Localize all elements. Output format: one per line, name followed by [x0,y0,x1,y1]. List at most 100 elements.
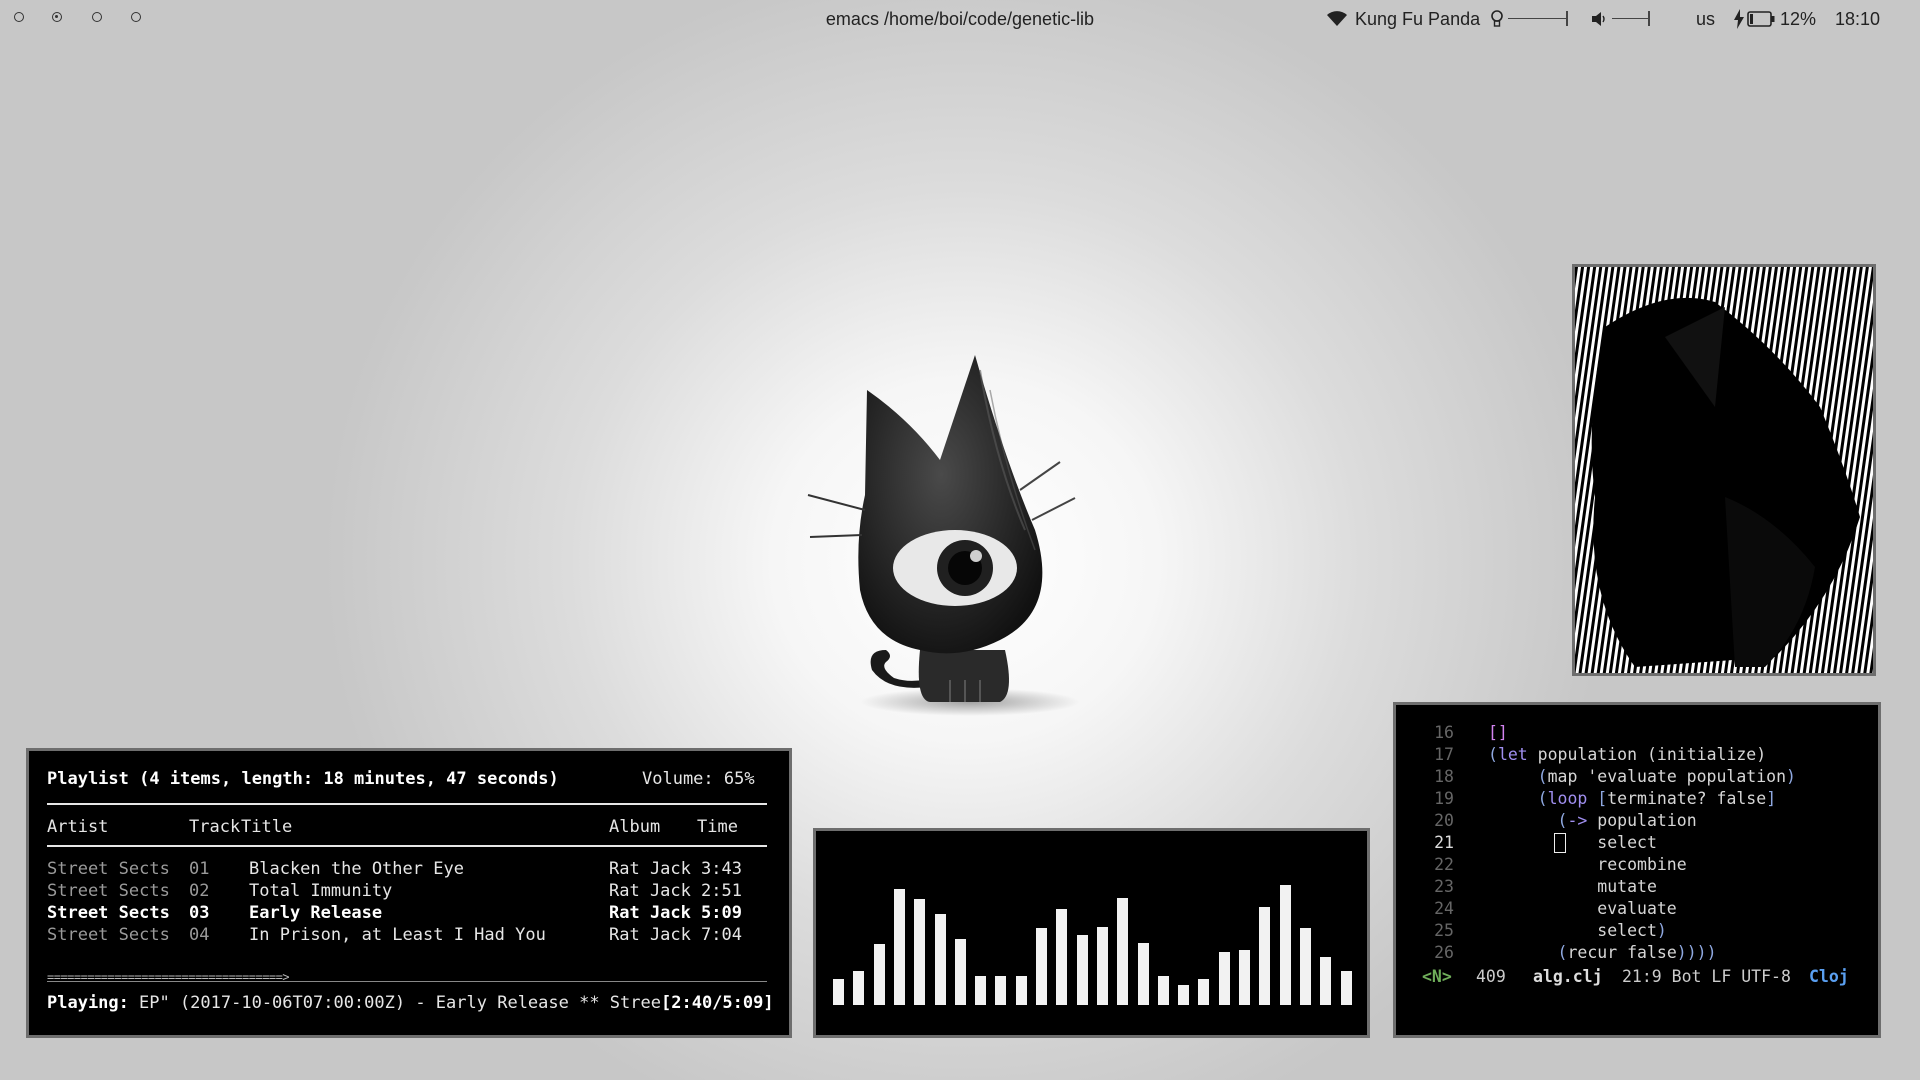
visualizer-bar [1218,952,1230,1005]
columns-divider [47,845,767,847]
code-line[interactable]: mutate [1488,877,1657,896]
line-number: 26 [1434,943,1454,962]
code-line[interactable]: select) [1488,921,1667,940]
major-mode[interactable]: Cloj [1809,967,1849,986]
row-album: Rat Jack [609,925,691,945]
volume-slider[interactable] [1612,18,1648,19]
row-track: 01 [189,859,210,879]
row-title: In Prison, at Least I Had You [249,925,546,945]
visualizer-bar [1056,909,1068,1005]
visualizer-bar [1117,898,1129,1005]
code-line[interactable]: [] [1488,723,1508,742]
row-track: 04 [189,925,210,945]
row-album: Rat Jack [609,903,691,923]
visualizer-bar [1137,943,1149,1005]
visualizer-bar [1198,979,1210,1005]
playing-label: Playing: [47,993,129,1013]
row-title: Blacken the Other Eye [249,859,464,879]
visualizer-bar [833,979,844,1005]
visualizer-bar [954,939,966,1005]
music-player-panel[interactable]: Playlist (4 items, length: 18 minutes, 4… [26,748,792,1038]
visualizer-bar [1279,885,1291,1005]
visualizer-bar [873,944,885,1005]
clock[interactable]: 18:10 [1835,9,1880,30]
brightness-icon[interactable] [1490,10,1504,28]
line-number: 17 [1434,745,1454,764]
column-artist[interactable]: Artist [47,817,108,837]
cyclops-cat-illustration [790,350,1130,730]
row-album: Rat Jack [609,859,691,879]
audio-visualizer-panel [813,828,1370,1038]
battery-percentage: 12% [1780,9,1817,29]
visualizer-bar [1178,985,1190,1005]
brightness-slider-handle[interactable] [1566,11,1568,26]
code-line[interactable]: (let population (initialize) [1488,745,1766,764]
row-title: Early Release [249,903,383,923]
code-line[interactable]: (loop [terminate? false] [1488,789,1776,808]
battery-icon[interactable] [1747,11,1775,27]
playback-progress-bar[interactable]: ===================================> [47,970,289,984]
column-title[interactable]: Title [241,817,292,837]
window-title: emacs /home/boi/code/genetic-lib [825,9,1095,29]
visualizer-bar [975,976,987,1005]
header-divider [47,803,767,805]
row-artist: Street Sects [47,881,170,901]
row-artist: Street Sects [47,859,170,879]
visualizer-bar [893,889,905,1005]
charging-icon [1734,9,1744,29]
line-number: 22 [1434,855,1454,874]
code-line[interactable]: (map 'evaluate population) [1488,767,1796,786]
buffer-size: 409 [1476,967,1506,986]
visualizer-bar [853,971,865,1005]
wifi-network-name[interactable]: Kung Fu Panda [1355,9,1480,30]
row-track: 02 [189,881,210,901]
code-line[interactable]: (recur false)))) [1488,943,1717,962]
volume-slider-handle[interactable] [1648,11,1650,26]
code-line[interactable]: select [1488,833,1657,852]
row-track: 03 [189,903,210,923]
row-title: Total Immunity [249,881,393,901]
visualizer-bar [914,899,926,1005]
volume-icon[interactable] [1591,11,1607,27]
visualizer-bar [1239,950,1250,1005]
line-number: 18 [1434,767,1454,786]
buffer-file-name[interactable]: alg.clj [1533,967,1603,986]
now-playing-text: EP" (2017-10-06T07:00:00Z) - Early Relea… [139,993,661,1013]
line-number: 19 [1434,789,1454,808]
row-time: 5:09 [701,903,742,923]
visualizer-bar [1036,928,1047,1005]
visualizer-bar [1096,927,1108,1005]
column-track[interactable]: Track [189,817,240,837]
row-time: 3:43 [701,859,742,879]
keyboard-layout[interactable]: us [1696,9,1715,30]
visualizer-bar [995,976,1007,1005]
line-number: 21 [1434,833,1454,852]
column-time[interactable]: Time [697,817,738,837]
line-number: 23 [1434,877,1454,896]
brightness-slider[interactable] [1508,18,1566,19]
row-artist: Street Sects [47,925,170,945]
row-time: 7:04 [701,925,742,945]
line-number: 24 [1434,899,1454,918]
evil-state-indicator: <N> [1422,967,1452,986]
visualizer-bar [1340,971,1352,1005]
column-album[interactable]: Album [609,817,660,837]
line-number: 25 [1434,921,1454,940]
volume-indicator: Volume: 65% [642,769,755,789]
row-artist: Street Sects [47,903,170,923]
line-number: 16 [1434,723,1454,742]
code-line[interactable]: recombine [1488,855,1686,874]
wifi-icon[interactable] [1326,9,1348,27]
cursor-position-info: 21:9 Bot LF UTF-8 [1622,967,1791,986]
code-line[interactable]: evaluate [1488,899,1676,918]
playlist-header: Playlist (4 items, length: 18 minutes, 4… [47,769,559,789]
line-number: 20 [1434,811,1454,830]
visualizer-bar [934,914,946,1005]
visualizer-bar [1259,907,1271,1005]
code-line[interactable]: (-> population [1488,811,1697,830]
visualizer-bar [1015,976,1027,1005]
playback-time: [2:40/5:09] [661,993,774,1013]
emacs-editor-panel[interactable]: <N> 409 alg.clj 21:9 Bot LF UTF-8 Cloj 1… [1393,702,1881,1038]
row-album: Rat Jack [609,881,691,901]
album-art-image [1572,264,1876,676]
